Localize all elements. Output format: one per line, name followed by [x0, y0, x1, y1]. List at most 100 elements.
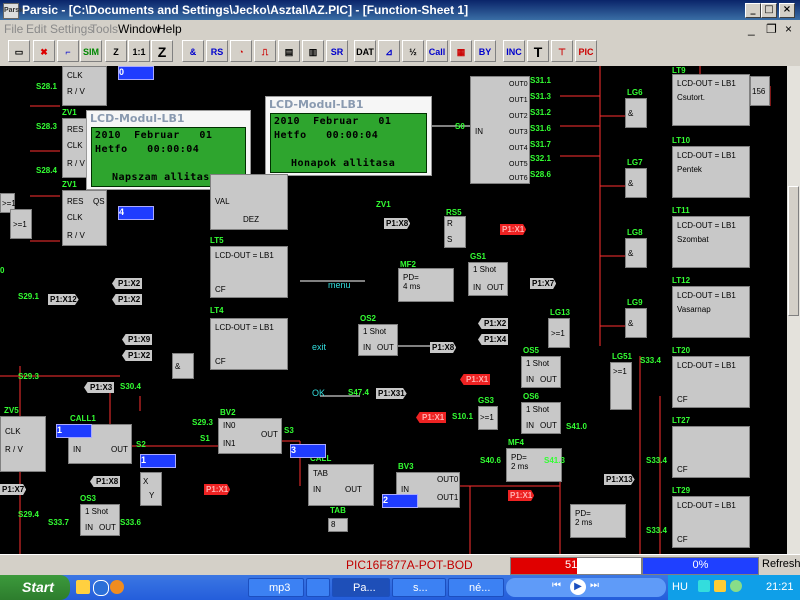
connector-tag[interactable]: P1:X12 — [48, 294, 79, 305]
lcd-block-lt5[interactable]: LCD-OUT = LB1 CF — [210, 246, 288, 298]
vertical-scrollbar[interactable] — [787, 66, 800, 554]
connector-tag[interactable]: P1:X31 — [376, 388, 407, 399]
register-icon[interactable]: ▥ — [302, 40, 324, 62]
lcd-window-2[interactable]: LCD-Modul-LB1 2010 Februar 01 Hetfo 00:0… — [265, 96, 432, 176]
mdi-restore-button[interactable]: ❐ — [766, 22, 777, 36]
connector-tag[interactable]: P1:X7 — [530, 278, 557, 289]
pulse-icon[interactable]: ⎍ — [254, 40, 276, 62]
connector-tag[interactable]: P1:X8 — [90, 476, 121, 487]
lcd-block-lt12[interactable]: LCD-OUT = LB1 Vasarnap — [672, 286, 750, 338]
gate-lg8[interactable]: & — [625, 238, 647, 268]
browser-icon[interactable] — [93, 580, 109, 596]
rs-flipflop[interactable]: RS — [444, 216, 466, 248]
start-button[interactable]: Start — [0, 575, 70, 600]
language-indicator[interactable]: HU — [672, 581, 688, 593]
connector-tag[interactable]: P1:X3 — [84, 382, 115, 393]
tray-volume-icon[interactable] — [714, 580, 726, 592]
connector-tag[interactable]: P1:X2 — [112, 278, 143, 289]
monoflop-mf5[interactable]: PD= 2 ms — [570, 504, 626, 538]
lcd-block-lt10[interactable]: LCD-OUT = LB1 Pentek — [672, 146, 750, 198]
wire-icon[interactable]: ⌐ — [57, 40, 79, 62]
call-button[interactable]: Call — [426, 40, 448, 62]
timer-icon[interactable]: ◔ — [230, 40, 252, 62]
counter-block-zv5[interactable]: CLK R / V — [0, 416, 46, 472]
task-parsic[interactable]: Pa... — [332, 578, 390, 597]
val-dez-block[interactable]: VAL DEZ — [210, 174, 288, 230]
lcd-block-lt20[interactable]: LCD-OUT = LB1 CF — [672, 356, 750, 408]
inc-button[interactable]: INC — [503, 40, 525, 62]
and-gate-icon[interactable]: & — [182, 40, 204, 62]
counter-block-zv1[interactable]: RES CLK R / V QS — [62, 190, 107, 246]
oneshot-os6[interactable]: 1 Shot IN OUT — [521, 402, 561, 434]
connector-tag[interactable]: P1:X4 — [478, 334, 509, 345]
tray-app-icon[interactable] — [730, 580, 742, 592]
table-icon[interactable]: ▦ — [450, 40, 472, 62]
zoom-out-button[interactable]: Z — [105, 40, 127, 62]
arithmetic-icon[interactable]: ½ — [402, 40, 424, 62]
menu-tools[interactable]: Tools — [90, 22, 118, 36]
menu-edit[interactable]: Edit — [26, 22, 47, 36]
lcd-block-lt27[interactable]: CF — [672, 426, 750, 478]
quicklaunch-icon[interactable] — [76, 580, 90, 594]
rs-flipflop-icon[interactable]: RS — [206, 40, 228, 62]
pic-button[interactable]: PIC — [575, 40, 597, 62]
task-s[interactable]: s... — [392, 578, 446, 597]
zoom-in-button[interactable]: Z — [151, 40, 173, 62]
connector-tag[interactable]: P1:X2 — [122, 350, 153, 361]
minimize-button[interactable]: _ — [745, 3, 761, 18]
text-icon[interactable]: T — [527, 40, 549, 62]
gate-lg13[interactable]: >=1 — [548, 318, 570, 348]
function-sheet-canvas[interactable]: CLK R / V ZV1 RES CLK R / V ZV1 RES CLK R / V… — [0, 66, 787, 554]
connector-tag-red[interactable]: P1:X1 — [508, 490, 535, 501]
connector-tag[interactable]: P1:X13 — [604, 474, 635, 485]
gate-lg9[interactable]: & — [625, 308, 647, 338]
connector-tag[interactable]: P1:X8 — [384, 218, 411, 229]
shift-register-icon[interactable]: SR — [326, 40, 348, 62]
print-icon[interactable]: ▭ — [8, 40, 30, 62]
connector-tag[interactable]: P1:X7 — [0, 484, 27, 495]
tab-value[interactable]: 8 — [328, 518, 348, 532]
refresh-label[interactable]: Refresh — [762, 558, 800, 570]
gate-lg6[interactable]: & — [625, 98, 647, 128]
connector-tag-red[interactable]: P1:X1 — [416, 412, 447, 423]
demux-block[interactable]: IN OUT0 OUT1 OUT2 OUT3 OUT4 OUT5 OUT6 — [470, 76, 530, 184]
menu-help[interactable]: Help — [157, 22, 182, 36]
task-firefox[interactable] — [306, 578, 330, 597]
marker-icon[interactable]: ⊤ — [551, 40, 573, 62]
menu-window[interactable]: Window — [118, 22, 161, 36]
oneshot-os3[interactable]: 1 Shot IN OUT — [80, 504, 120, 536]
connector-tag[interactable]: P1:X2 — [478, 318, 509, 329]
monoflop-mf2[interactable]: PD= 4 ms — [398, 268, 454, 302]
lcd-block-lt4[interactable]: LCD-OUT = LB1 CF — [210, 318, 288, 370]
gate-lg7[interactable]: & — [625, 168, 647, 198]
menu-settings[interactable]: Settings — [50, 22, 93, 36]
counter-block[interactable]: CLK R / V — [62, 66, 107, 106]
task-mp3[interactable]: mp3 — [248, 578, 304, 597]
gate-lg51[interactable]: >=1 — [610, 362, 632, 410]
counter-icon[interactable]: ▤ — [278, 40, 300, 62]
sim-button[interactable]: SIM — [80, 40, 102, 62]
delete-icon[interactable]: ✖ — [33, 40, 55, 62]
byte-icon[interactable]: BY — [474, 40, 496, 62]
compare-icon[interactable]: ⊿ — [378, 40, 400, 62]
lcd-block-lt29[interactable]: LCD-OUT = LB1 CF — [672, 496, 750, 548]
table-block[interactable]: TAB IN OUT — [308, 464, 374, 506]
oneshot-gs1[interactable]: 1 Shot IN OUT — [468, 262, 508, 296]
monoflop-mf4[interactable]: PD= 2 ms — [506, 448, 562, 482]
tray-network-icon[interactable] — [698, 580, 710, 592]
task-ne[interactable]: né... — [448, 578, 504, 597]
lcd-block-lt11[interactable]: LCD-OUT = LB1 Szombat — [672, 216, 750, 268]
close-button[interactable]: × — [779, 3, 795, 18]
value-box[interactable]: 156 — [750, 76, 770, 106]
gate-lg59[interactable]: & — [172, 353, 194, 379]
zoom-actual-button[interactable]: 1:1 — [128, 40, 150, 62]
mdi-close-button[interactable]: × — [785, 22, 792, 36]
menu-file[interactable]: File — [4, 22, 23, 36]
or-gate-lg18[interactable]: >=1 — [10, 209, 32, 239]
selector-bv2[interactable]: IN0 IN1 OUT — [218, 418, 282, 454]
scrollbar-thumb[interactable] — [788, 186, 799, 316]
next-icon[interactable]: ⏭ — [590, 580, 599, 591]
mdi-minimize-button[interactable]: _ — [748, 22, 755, 36]
connector-tag-red[interactable]: P1:X1 — [460, 374, 491, 385]
lcd-block-lt9[interactable]: LCD-OUT = LB1 Csutort. — [672, 74, 750, 126]
